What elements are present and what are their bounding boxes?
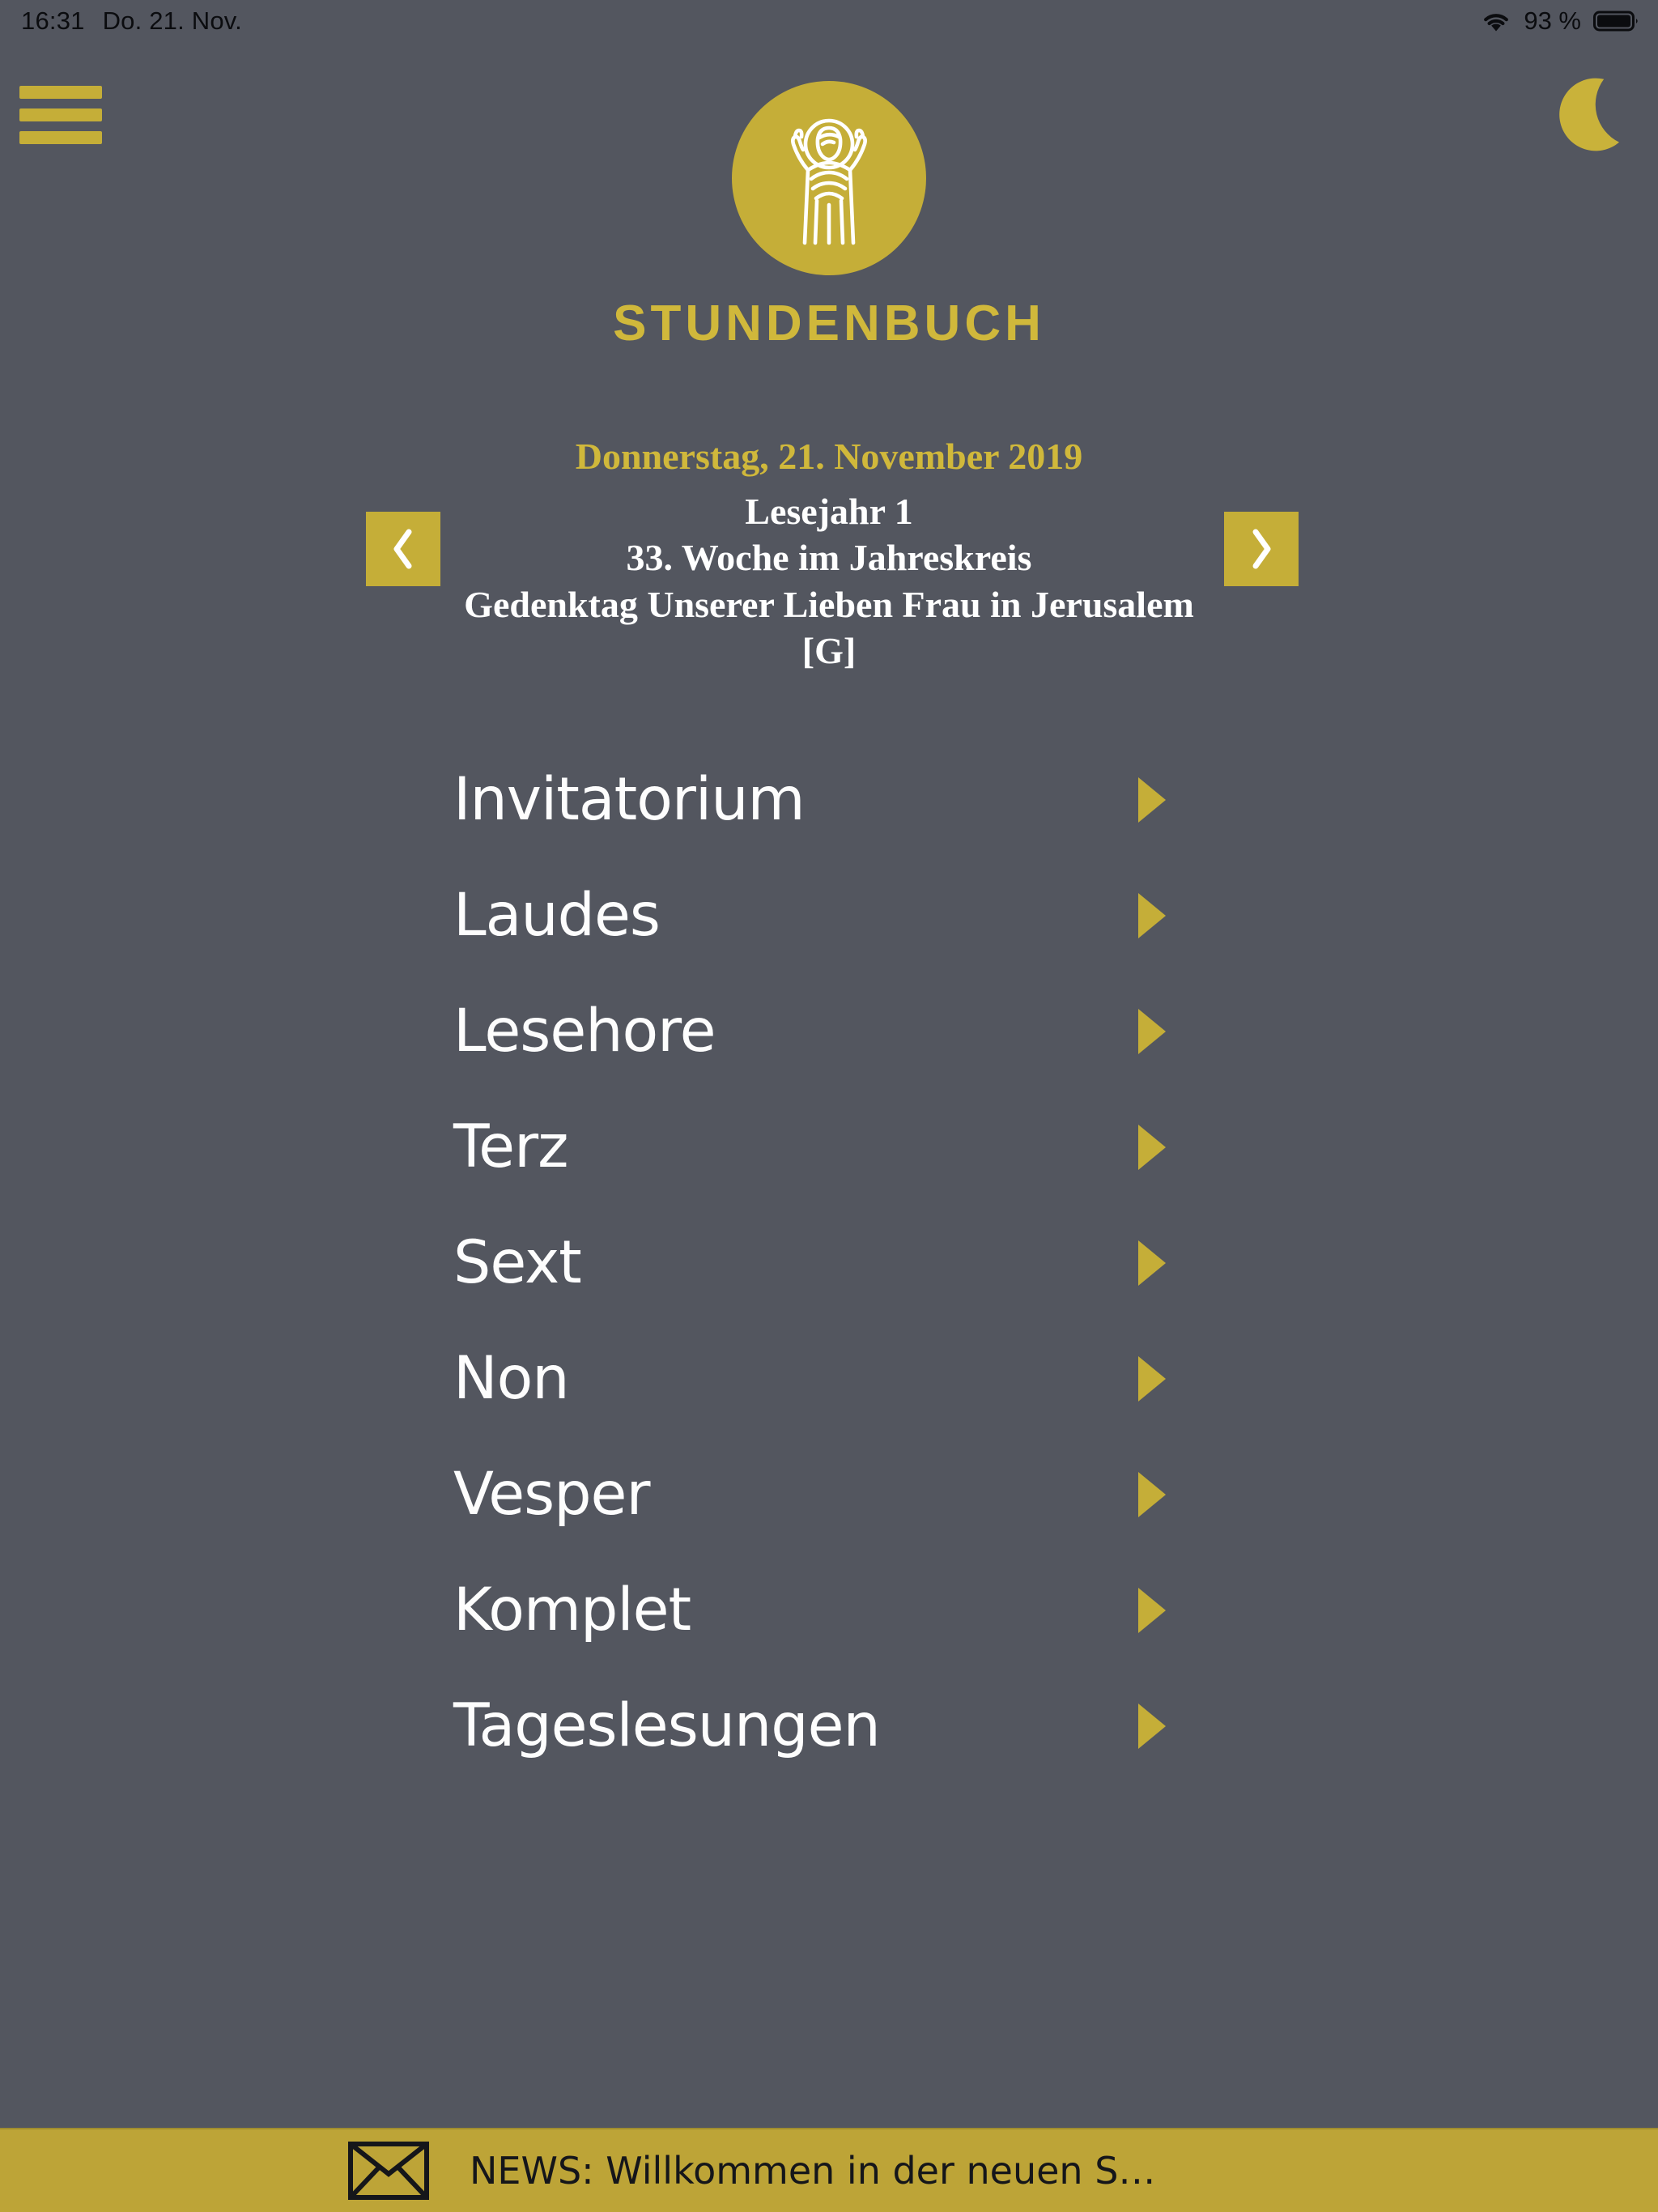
chevron-right-triangle-icon <box>1138 1355 1166 1402</box>
brand-block: STUNDENBUCH <box>0 81 1658 352</box>
hour-item-tageslesungen[interactable]: Tageslesungen <box>453 1668 1214 1784</box>
wifi-icon <box>1481 10 1511 32</box>
page-title: STUNDENBUCH <box>613 296 1045 351</box>
feast-label: Gedenktag Unserer Lieben Frau in Jerusal… <box>464 583 1194 625</box>
rank-label: [G] <box>801 630 857 671</box>
hour-label: Tageslesungen <box>453 1691 881 1760</box>
hour-item-komplet[interactable]: Komplet <box>453 1552 1214 1668</box>
status-bar-time: 16:31 <box>21 6 85 35</box>
hour-label: Lesehore <box>453 997 716 1066</box>
battery-percent-label: 93 % <box>1524 6 1581 35</box>
hour-label: Vesper <box>453 1460 650 1529</box>
chevron-right-triangle-icon <box>1138 1008 1166 1054</box>
status-bar-left: 16:31 Do. 21. Nov. <box>21 0 242 42</box>
hour-label: Invitatorium <box>453 765 806 834</box>
hour-label: Komplet <box>453 1576 691 1644</box>
next-day-button[interactable] <box>1224 512 1299 586</box>
current-date-label: Donnerstag, 21. November 2019 <box>575 436 1083 477</box>
status-bar-right: 93 % <box>1481 0 1640 42</box>
hour-item-terz[interactable]: Terz <box>453 1089 1214 1205</box>
app-screen: 16:31 Do. 21. Nov. 93 % STUNDENBUCH Donn… <box>0 0 1658 2212</box>
news-bar[interactable]: NEWS: Willkommen in der neuen S… <box>0 2128 1658 2212</box>
status-bar: 16:31 Do. 21. Nov. 93 % <box>0 0 1658 42</box>
chevron-right-triangle-icon <box>1138 1124 1166 1170</box>
chevron-left-icon <box>387 525 419 572</box>
status-bar-date: Do. 21. Nov. <box>102 6 242 35</box>
hour-item-non[interactable]: Non <box>453 1321 1214 1436</box>
chevron-right-icon <box>1245 525 1278 572</box>
hour-label: Laudes <box>453 881 661 950</box>
liturgical-week-label: 33. Woche im Jahreskreis <box>626 537 1032 578</box>
hour-item-laudes[interactable]: Laudes <box>453 857 1214 973</box>
hour-item-invitatorium[interactable]: Invitatorium <box>453 742 1214 857</box>
chevron-right-triangle-icon <box>1138 1471 1166 1517</box>
previous-day-button[interactable] <box>366 512 440 586</box>
chevron-right-triangle-icon <box>1138 1587 1166 1633</box>
hour-label: Terz <box>453 1112 568 1181</box>
battery-full-icon <box>1593 10 1640 32</box>
date-block: Donnerstag, 21. November 2019 Lesejahr 1… <box>0 433 1658 674</box>
orans-figure-logo-icon <box>732 81 926 275</box>
hour-item-vesper[interactable]: Vesper <box>453 1436 1214 1552</box>
reading-year-label: Lesejahr 1 <box>745 490 913 532</box>
envelope-icon <box>348 2142 429 2200</box>
hours-list: Invitatorium Laudes Lesehore Terz Sext N… <box>453 742 1214 1784</box>
chevron-right-triangle-icon <box>1138 776 1166 823</box>
hour-item-lesehore[interactable]: Lesehore <box>453 973 1214 1089</box>
chevron-right-triangle-icon <box>1138 892 1166 938</box>
hour-label: Sext <box>453 1228 582 1297</box>
chevron-right-triangle-icon <box>1138 1703 1166 1749</box>
news-ticker-text: NEWS: Willkommen in der neuen S… <box>470 2149 1156 2193</box>
hour-item-sext[interactable]: Sext <box>453 1205 1214 1321</box>
hour-label: Non <box>453 1344 570 1413</box>
chevron-right-triangle-icon <box>1138 1240 1166 1286</box>
